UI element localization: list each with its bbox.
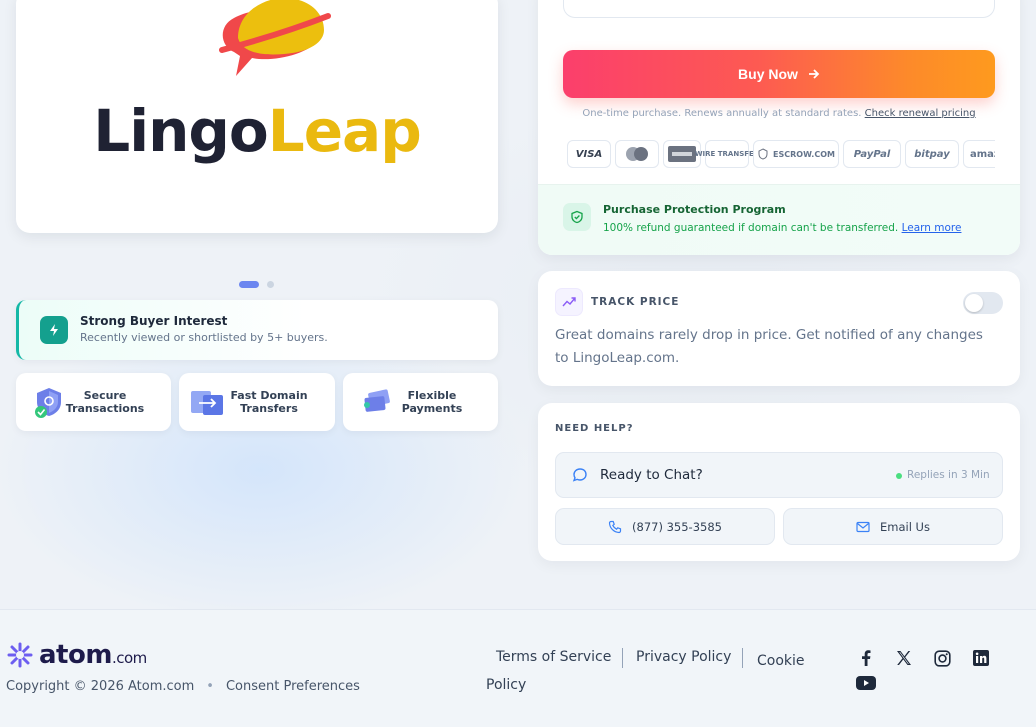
atom-wordmark: atom.com	[39, 640, 147, 670]
feature-secure-transactions: Secure Transactions	[16, 373, 171, 431]
track-price-toggle[interactable]	[963, 292, 1003, 314]
instagram-icon[interactable]	[932, 648, 952, 668]
buyer-interest-title: Strong Buyer Interest	[80, 314, 228, 328]
check-renewal-pricing-link[interactable]: Check renewal pricing	[865, 108, 976, 119]
phone-button[interactable]: (877) 355-3585	[555, 508, 775, 545]
payment-methods: VISA WIRE TRANSFER ESCROW.COM PayPal bit…	[567, 140, 995, 168]
buy-now-button[interactable]: Buy Now	[563, 50, 995, 98]
phone-number: (877) 355-3585	[632, 519, 722, 534]
wire-transfer-badge: WIRE TRANSFER	[695, 140, 759, 168]
logo-part-1: Lingo	[93, 97, 268, 165]
protection-title: Purchase Protection Program	[603, 203, 786, 216]
renewal-note: One-time purchase. Renews annually at st…	[538, 108, 1020, 119]
need-help-title: NEED HELP?	[555, 423, 634, 434]
paypal-badge: PayPal	[843, 140, 901, 168]
brand-name: atom	[39, 640, 112, 670]
facebook-icon[interactable]	[856, 648, 876, 668]
feature-flexible-payments: Flexible Payments	[343, 373, 498, 431]
chat-status: Replies in 3 Min	[907, 469, 990, 481]
youtube-icon[interactable]	[856, 673, 876, 693]
site-footer: atom.com Copyright © 2026 Atom.com • Conse…	[0, 609, 1036, 727]
carousel-dot[interactable]	[267, 281, 274, 288]
bullet-separator: •	[206, 679, 214, 694]
purchase-protection: Purchase Protection Program 100% refund …	[538, 184, 1020, 255]
chat-bubble-icon	[572, 468, 587, 482]
feature-label: Secure Transactions	[65, 389, 145, 415]
carousel-dot-active[interactable]	[239, 281, 259, 288]
payment-plan-box[interactable]	[563, 0, 995, 18]
track-price-description: Great domains rarely drop in price. Get …	[555, 327, 983, 366]
feature-label: Fast Domain Transfers	[230, 389, 308, 415]
copyright-row: Copyright © 2026 Atom.com • Consent Prefer…	[6, 679, 360, 694]
purchase-card: Buy Now One-time purchase. Renews annual…	[538, 0, 1020, 255]
trending-up-icon	[555, 288, 583, 316]
feature-label: Flexible Payments	[401, 389, 463, 415]
renewal-note-text: One-time purchase. Renews annually at st…	[582, 108, 862, 119]
protection-description: 100% refund guaranteed if domain can't b…	[603, 222, 899, 234]
online-status-dot	[896, 473, 902, 479]
email-button[interactable]: Email Us	[783, 508, 1003, 545]
x-icon[interactable]	[894, 648, 914, 668]
mastercard-badge	[615, 140, 659, 168]
need-help-card: NEED HELP? Ready to Chat? Replies in 3 M…	[538, 403, 1020, 561]
email-label: Email Us	[880, 519, 930, 534]
learn-more-link[interactable]: Learn more	[902, 222, 962, 234]
consent-preferences-link[interactable]: Consent Preferences	[226, 679, 360, 694]
shield-icon	[758, 148, 768, 160]
escrow-badge: ESCROW.COM	[753, 140, 839, 168]
visa-badge: VISA	[567, 140, 611, 168]
buy-now-label: Buy Now	[738, 66, 798, 82]
atom-logo-icon	[7, 642, 33, 668]
chat-label: Ready to Chat?	[600, 467, 703, 483]
feature-fast-transfers: Fast Domain Transfers	[179, 373, 335, 431]
logo-part-2: Leap	[267, 97, 422, 165]
copyright-text: Copyright © 2026 Atom.com	[6, 679, 195, 694]
mail-icon	[856, 521, 870, 532]
buyer-interest-banner: Strong Buyer Interest Recently viewed or…	[16, 300, 498, 360]
bolt-icon	[40, 316, 68, 344]
track-price-card: TRACK PRICE Great domains rarely drop in…	[538, 271, 1020, 386]
protection-text: 100% refund guaranteed if domain can't b…	[603, 222, 961, 234]
domain-logo-wordmark: LingoLeap	[16, 96, 498, 166]
track-price-title: TRACK PRICE	[591, 296, 680, 308]
escrow-label: ESCROW.COM	[773, 149, 835, 159]
linkedin-icon[interactable]	[971, 648, 991, 668]
arrow-right-icon	[808, 69, 820, 79]
shield-check-icon	[563, 203, 591, 231]
brand-tld: .com	[111, 649, 147, 667]
buyer-interest-subtitle: Recently viewed or shortlisted by 5+ buy…	[80, 331, 328, 344]
cookie-policy-link[interactable]: Cookie Policy	[486, 649, 816, 697]
atom-brand[interactable]: atom.com	[6, 640, 147, 670]
chat-button[interactable]: Ready to Chat? Replies in 3 Min	[555, 452, 1003, 498]
bitpay-badge: bitpay	[905, 140, 959, 168]
speech-bubble-logo-icon	[219, 0, 331, 76]
phone-icon	[608, 520, 622, 533]
amazon-badge: amazon	[963, 140, 995, 168]
domain-logo-card: LingoLeap	[16, 0, 498, 233]
